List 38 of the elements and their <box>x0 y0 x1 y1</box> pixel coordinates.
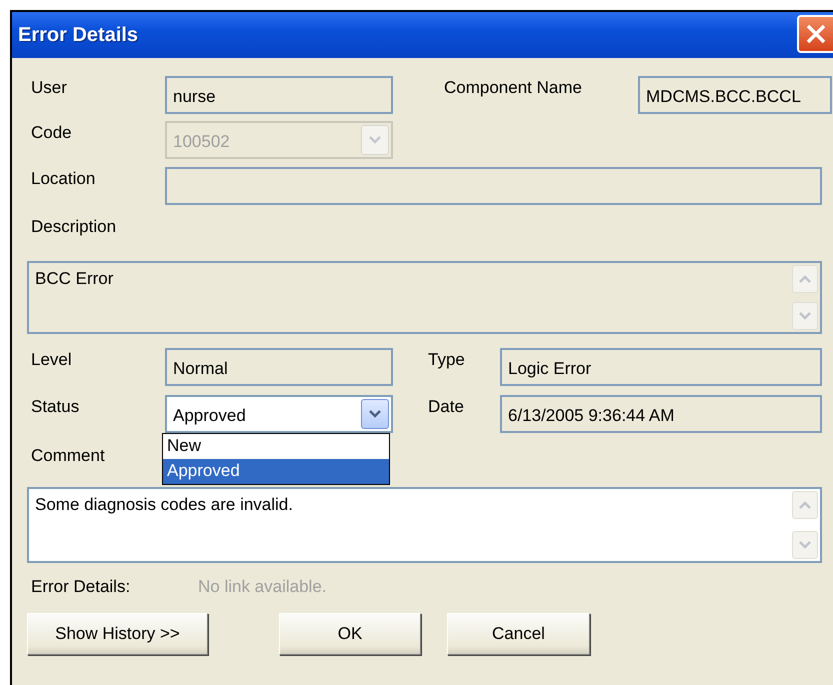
field-label: Level <box>31 349 72 370</box>
scroll-down-button[interactable] <box>792 531 818 559</box>
text-field[interactable]: Normal <box>165 348 393 386</box>
field-label: Location <box>31 168 96 189</box>
field-label: Code <box>31 122 72 143</box>
close-button[interactable] <box>797 15 833 53</box>
chevron-up-icon <box>798 274 812 284</box>
scroll-down-button[interactable] <box>792 302 818 330</box>
field-label: Component Name <box>444 77 582 98</box>
text-field[interactable]: MDCMS.BCC.BCCL <box>638 76 832 114</box>
dialog-button[interactable]: OK <box>279 613 421 655</box>
scroll-up-button[interactable] <box>792 491 818 519</box>
field-label: Comment <box>31 445 105 466</box>
combo-box[interactable]: Approved <box>165 395 393 433</box>
field-label: Description <box>31 216 116 237</box>
text-field[interactable] <box>165 167 822 205</box>
dropdown-option[interactable]: Approved <box>163 459 389 484</box>
chevron-down-icon <box>368 135 382 145</box>
field-label: User <box>31 77 67 98</box>
text-area[interactable]: Some diagnosis codes are invalid. <box>27 487 822 563</box>
text-field[interactable]: Logic Error <box>500 348 822 386</box>
chevron-down-icon <box>368 409 382 419</box>
field-label: Status <box>31 396 80 417</box>
dialog-button[interactable]: Cancel <box>447 613 590 655</box>
text-area[interactable]: BCC Error <box>27 261 822 334</box>
field-label: Date <box>428 396 464 417</box>
dialog-button[interactable]: Show History >> <box>27 613 208 655</box>
window-title: Error Details <box>18 24 138 46</box>
chevron-down-icon <box>798 540 812 550</box>
close-icon <box>805 23 827 45</box>
scroll-up-button[interactable] <box>792 265 818 293</box>
field-label: Type <box>428 349 465 370</box>
text-field[interactable]: 6/13/2005 9:36:44 AM <box>500 395 822 433</box>
text-field[interactable]: nurse <box>165 76 393 114</box>
chevron-down-icon <box>798 311 812 321</box>
field-label: Error Details: <box>31 576 130 597</box>
chevron-up-icon <box>798 500 812 510</box>
link-text: No link available. <box>198 576 327 597</box>
